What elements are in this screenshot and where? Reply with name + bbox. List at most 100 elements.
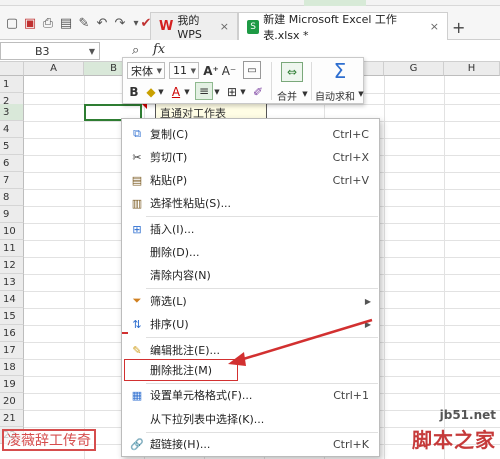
chevron-down-icon[interactable]: ▼ xyxy=(191,67,196,75)
menu-item-sort[interactable]: ⇅ 排序(U) ▶ xyxy=(122,313,379,335)
watermark-site-name: 脚本之家 xyxy=(412,428,496,452)
chevron-down-icon[interactable]: ▼ xyxy=(89,47,95,56)
menu-item-paste-special[interactable]: ▥ 选择性粘贴(S)... xyxy=(122,192,379,214)
row-header[interactable]: 12 xyxy=(0,257,24,274)
row-header[interactable]: 3 xyxy=(0,104,24,121)
menu-item-clear-contents[interactable]: 清除内容(N) xyxy=(122,264,379,286)
tab-my-wps-label: 我的WPS xyxy=(177,14,202,41)
menu-divider xyxy=(146,337,378,338)
row-header[interactable]: 21 xyxy=(0,410,24,427)
menu-item-hyperlink[interactable]: 🔗 超链接(H)... Ctrl+K xyxy=(122,433,379,455)
gridline xyxy=(384,76,385,459)
autosum-label[interactable]: 自动求和 xyxy=(315,88,355,103)
save-pdf-icon[interactable]: ▣ xyxy=(22,15,38,31)
border-icon[interactable]: ⊞ xyxy=(225,83,239,100)
tab-excel-label: 新建 Microsoft Excel 工作表.xlsx * xyxy=(263,12,397,42)
menu-item-copy[interactable]: ⧉ 复制(C) Ctrl+C xyxy=(122,123,379,145)
font-color-button[interactable]: A xyxy=(169,83,183,100)
chevron-down-icon[interactable]: ▼ xyxy=(157,67,162,75)
watermark-domain: jb51.net xyxy=(439,408,496,422)
copy-icon: ⧉ xyxy=(133,127,141,140)
menu-item-insert[interactable]: ⊞ 插入(I)... xyxy=(122,218,379,240)
menu-item-format-cells[interactable]: ▦ 设置单元格格式(F)... Ctrl+1 xyxy=(122,384,379,406)
row-header[interactable]: 5 xyxy=(0,138,24,155)
menu-divider xyxy=(146,288,378,289)
column-header[interactable]: A xyxy=(24,62,84,76)
chevron-right-icon: ▶ xyxy=(364,319,371,329)
chevron-down-icon[interactable]: ▼ xyxy=(157,83,165,100)
chevron-down-icon[interactable]: ▼ xyxy=(183,83,191,100)
chevron-down-icon[interactable]: ▼ xyxy=(239,83,247,100)
gridline xyxy=(444,76,445,459)
chevron-right-icon: ▶ xyxy=(364,296,371,306)
redo-icon[interactable]: ↷ xyxy=(112,15,128,31)
row-header[interactable]: 1 xyxy=(0,76,24,93)
row-header[interactable]: 17 xyxy=(0,342,24,359)
name-box[interactable]: B3 ▼ xyxy=(0,42,100,60)
sort-icon: ⇅ xyxy=(132,317,142,331)
menu-item-cut[interactable]: ✂ 剪切(T) Ctrl+X xyxy=(122,146,379,168)
context-menu: ⧉ 复制(C) Ctrl+C ✂ 剪切(T) Ctrl+X ▤ 粘贴(P) Ct… xyxy=(121,118,380,457)
clear-format-icon[interactable]: ✐ xyxy=(251,83,265,100)
cell-style-icon[interactable]: ▭ xyxy=(243,61,261,79)
divider xyxy=(311,62,312,100)
font-size-select[interactable]: 11 ▼ xyxy=(169,62,199,79)
menu-item-paste[interactable]: ▤ 粘贴(P) Ctrl+V xyxy=(122,169,379,191)
row-header[interactable]: 4 xyxy=(0,121,24,138)
comment-indicator-icon xyxy=(142,104,147,109)
menu-item-delete-comment[interactable]: 删除批注(M) xyxy=(124,359,238,381)
row-header[interactable]: 7 xyxy=(0,172,24,189)
cut-icon: ✂ xyxy=(132,150,142,164)
undo-icon[interactable]: ↶ xyxy=(94,15,110,31)
insert-icon: ⊞ xyxy=(132,222,142,236)
row-header[interactable]: 20 xyxy=(0,393,24,410)
function-icon[interactable]: fx xyxy=(153,42,165,57)
watermark-left: 凌薇辞工传奇 xyxy=(2,429,96,451)
format-painter-icon[interactable]: ✎ xyxy=(76,15,92,31)
menu-item-pick-from-list[interactable]: 从下拉列表中选择(K)... xyxy=(122,408,379,430)
row-header[interactable]: 16 xyxy=(0,325,24,342)
chevron-down-icon[interactable]: ▼ xyxy=(213,83,221,100)
merge-cells-icon[interactable]: ⇔ xyxy=(281,62,303,82)
cell-reference: B3 xyxy=(35,44,50,58)
grow-font-button[interactable]: A⁺ xyxy=(203,62,219,79)
close-icon[interactable]: × xyxy=(220,20,229,33)
select-all-corner[interactable] xyxy=(0,62,24,76)
filter-icon: ⏷ xyxy=(132,294,142,307)
wps-logo-icon: W xyxy=(159,19,174,34)
merge-cells-label[interactable]: 合并 xyxy=(277,88,297,103)
print-icon[interactable]: ⎙ xyxy=(40,15,56,31)
tab-my-wps[interactable]: W 我的WPS × xyxy=(150,12,238,41)
row-header[interactable]: 19 xyxy=(0,376,24,393)
new-tab-button[interactable]: + xyxy=(452,18,465,37)
tab-excel-workbook[interactable]: S 新建 Microsoft Excel 工作表.xlsx * × xyxy=(238,12,448,42)
shrink-font-button[interactable]: A⁻ xyxy=(221,62,237,79)
column-header[interactable]: G xyxy=(384,62,444,76)
bold-button[interactable]: B xyxy=(127,83,141,100)
menu-item-filter[interactable]: ⏷ 筛选(L) ▶ xyxy=(122,290,379,312)
new-file-icon[interactable]: ▢ xyxy=(4,15,20,31)
chevron-down-icon[interactable]: ▼ xyxy=(301,88,309,100)
zoom-icon[interactable]: ⌕ xyxy=(132,43,139,58)
menu-item-edit-comment[interactable]: ✎ 编辑批注(E)... xyxy=(122,339,379,361)
chevron-down-icon[interactable]: ▼ xyxy=(357,88,365,100)
row-header[interactable]: 13 xyxy=(0,274,24,291)
row-header[interactable]: 10 xyxy=(0,223,24,240)
row-header[interactable]: 15 xyxy=(0,308,24,325)
row-header[interactable]: 18 xyxy=(0,359,24,376)
row-header[interactable]: 6 xyxy=(0,155,24,172)
row-header[interactable]: 14 xyxy=(0,291,24,308)
align-center-icon[interactable]: ≡ xyxy=(195,82,213,100)
print-preview-icon[interactable]: ▤ xyxy=(58,15,74,31)
format-cells-icon: ▦ xyxy=(131,388,143,402)
column-header[interactable]: H xyxy=(444,62,500,76)
hyperlink-icon: 🔗 xyxy=(130,437,144,451)
row-header[interactable]: 9 xyxy=(0,206,24,223)
font-family-select[interactable]: 宋体 ▼ xyxy=(127,62,165,79)
autosum-icon[interactable]: Σ xyxy=(328,59,352,83)
row-header[interactable]: 8 xyxy=(0,189,24,206)
row-header[interactable]: 11 xyxy=(0,240,24,257)
paste-icon: ▤ xyxy=(131,173,143,187)
close-icon[interactable]: × xyxy=(430,20,439,33)
menu-item-delete[interactable]: 删除(D)... xyxy=(122,241,379,263)
